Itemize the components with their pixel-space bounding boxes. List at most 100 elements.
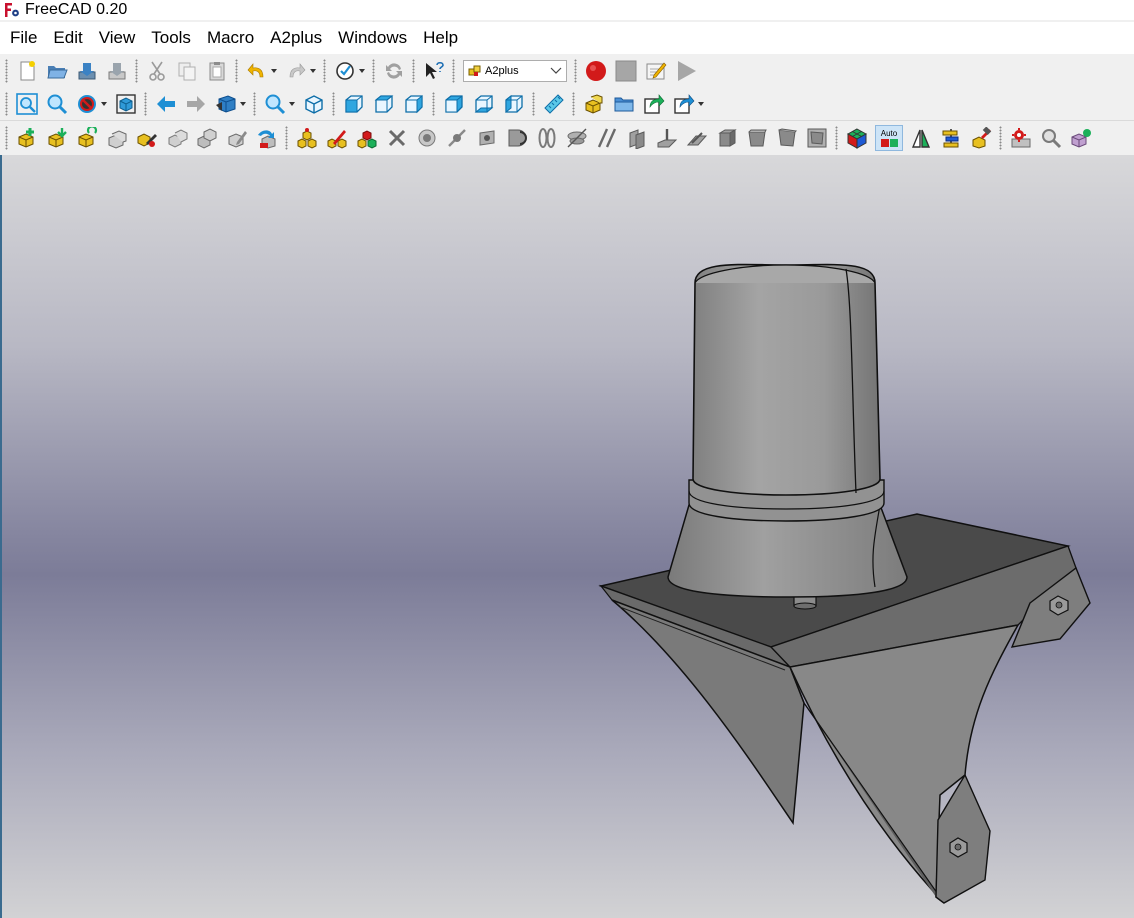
- point-on-plane-button[interactable]: [475, 126, 499, 150]
- stop-macro-button[interactable]: [614, 59, 638, 83]
- menu-view[interactable]: View: [91, 22, 144, 54]
- delete-constraints-button[interactable]: [385, 126, 409, 150]
- menu-windows[interactable]: Windows: [330, 22, 415, 54]
- workbench-selector[interactable]: A2plus: [463, 59, 567, 82]
- draw-style-button[interactable]: [75, 92, 99, 116]
- view-isometric-button[interactable]: [302, 92, 326, 116]
- axis-plane-parallel-button[interactable]: [625, 126, 649, 150]
- duplicate-part-button[interactable]: [105, 126, 129, 150]
- angled-planes-button[interactable]: [745, 126, 769, 150]
- toolbar-grip[interactable]: [5, 91, 8, 116]
- point-on-line-button[interactable]: [445, 126, 469, 150]
- view-top-button[interactable]: [372, 92, 396, 116]
- bounding-box-button[interactable]: [114, 92, 138, 116]
- point-identity-button[interactable]: [415, 126, 439, 150]
- fit-selection-button[interactable]: [45, 92, 69, 116]
- find-constraint-button[interactable]: [1039, 126, 1063, 150]
- zoom-button[interactable]: [263, 92, 287, 116]
- menu-file[interactable]: File: [0, 22, 45, 54]
- toolbar-separator: [135, 58, 138, 83]
- add-part-button[interactable]: [15, 126, 39, 150]
- std-view-dropdown[interactable]: [239, 92, 247, 116]
- open-subassembly-button[interactable]: [255, 126, 279, 150]
- refresh-button[interactable]: [333, 59, 357, 83]
- circular-edge-button[interactable]: [535, 126, 559, 150]
- create-part-button[interactable]: [582, 92, 606, 116]
- view-front-button[interactable]: [342, 92, 366, 116]
- open-file-button[interactable]: [45, 59, 69, 83]
- assembly-model[interactable]: [0, 155, 1134, 918]
- surface-constraint-button[interactable]: [805, 126, 829, 150]
- new-file-button[interactable]: [15, 59, 39, 83]
- create-link-button[interactable]: [642, 92, 666, 116]
- menu-help[interactable]: Help: [415, 22, 466, 54]
- link-actions-button[interactable]: [672, 92, 696, 116]
- constraint-viewer-button[interactable]: [939, 126, 963, 150]
- zoom-dropdown[interactable]: [288, 92, 296, 116]
- edit-constraints-button[interactable]: [325, 126, 349, 150]
- undo-button[interactable]: [245, 59, 269, 83]
- chevron-down-icon: [698, 101, 704, 106]
- whats-this-button[interactable]: [422, 59, 446, 83]
- add-shape-button[interactable]: [45, 126, 69, 150]
- update-imports-button[interactable]: [75, 126, 99, 150]
- copy-button[interactable]: [175, 59, 199, 83]
- refresh-dropdown[interactable]: [358, 59, 366, 83]
- redo-button[interactable]: [284, 59, 308, 83]
- view-rear-button[interactable]: [442, 92, 466, 116]
- arrow-right-icon: [187, 95, 205, 112]
- axis-plane-normal-button[interactable]: [655, 126, 679, 150]
- 3d-viewport[interactable]: [0, 155, 1134, 918]
- constraint-list-icon: [942, 129, 959, 148]
- recompute-button[interactable]: [382, 59, 406, 83]
- solver-button[interactable]: [845, 126, 869, 150]
- draw-style-dropdown[interactable]: [100, 92, 108, 116]
- repair-hammer-icon: [972, 127, 992, 149]
- repair-tree-button[interactable]: [969, 126, 993, 150]
- stop-macro-icon: [615, 60, 637, 81]
- measure-distance-button[interactable]: [542, 92, 566, 116]
- menu-tools[interactable]: Tools: [143, 22, 199, 54]
- center-of-mass-button[interactable]: [775, 126, 799, 150]
- axis-parallel-button[interactable]: [595, 126, 619, 150]
- view-right-button[interactable]: [402, 92, 426, 116]
- solve-constraints-button[interactable]: [295, 126, 319, 150]
- edit-import-button[interactable]: [225, 126, 249, 150]
- move-under-constraints-button[interactable]: [195, 126, 219, 150]
- forward-button[interactable]: [184, 92, 208, 116]
- link-actions-dropdown[interactable]: [697, 92, 705, 116]
- move-part-button[interactable]: [165, 126, 189, 150]
- menu-edit[interactable]: Edit: [45, 22, 90, 54]
- planes-parallel-button[interactable]: [715, 126, 739, 150]
- convert-part-button[interactable]: [1069, 126, 1093, 150]
- back-button[interactable]: [154, 92, 178, 116]
- view-bottom-button[interactable]: [472, 92, 496, 116]
- freecad-logo-icon: [4, 2, 20, 18]
- view-left-button[interactable]: [502, 92, 526, 116]
- run-macro-button[interactable]: [674, 59, 698, 83]
- record-macro-button[interactable]: [584, 59, 608, 83]
- menu-macro[interactable]: Macro: [199, 22, 262, 54]
- undo-dropdown[interactable]: [270, 59, 278, 83]
- auto-solve-toggle[interactable]: Auto: [875, 125, 903, 151]
- edit-part-button[interactable]: [135, 126, 159, 150]
- sphere-center-button[interactable]: [505, 126, 529, 150]
- auto-solve-icon: [880, 139, 898, 147]
- assembly-tree-button[interactable]: [355, 126, 379, 150]
- create-group-button[interactable]: [612, 92, 636, 116]
- toolbar-grip[interactable]: [5, 58, 8, 83]
- partslist-button[interactable]: [1009, 126, 1033, 150]
- fit-all-button[interactable]: [15, 92, 39, 116]
- axis-coincident-button[interactable]: [565, 126, 589, 150]
- menu-a2plus[interactable]: A2plus: [262, 22, 330, 54]
- redo-dropdown[interactable]: [309, 59, 317, 83]
- plane-coincident-button[interactable]: [685, 126, 709, 150]
- cut-button[interactable]: [145, 59, 169, 83]
- toolbar-grip[interactable]: [5, 126, 8, 150]
- edit-macro-button[interactable]: [644, 59, 668, 83]
- paste-button[interactable]: [205, 59, 229, 83]
- save-button[interactable]: [75, 59, 99, 83]
- save-as-button[interactable]: [105, 59, 129, 83]
- flip-constraint-button[interactable]: [909, 126, 933, 150]
- std-view-button[interactable]: [214, 92, 238, 116]
